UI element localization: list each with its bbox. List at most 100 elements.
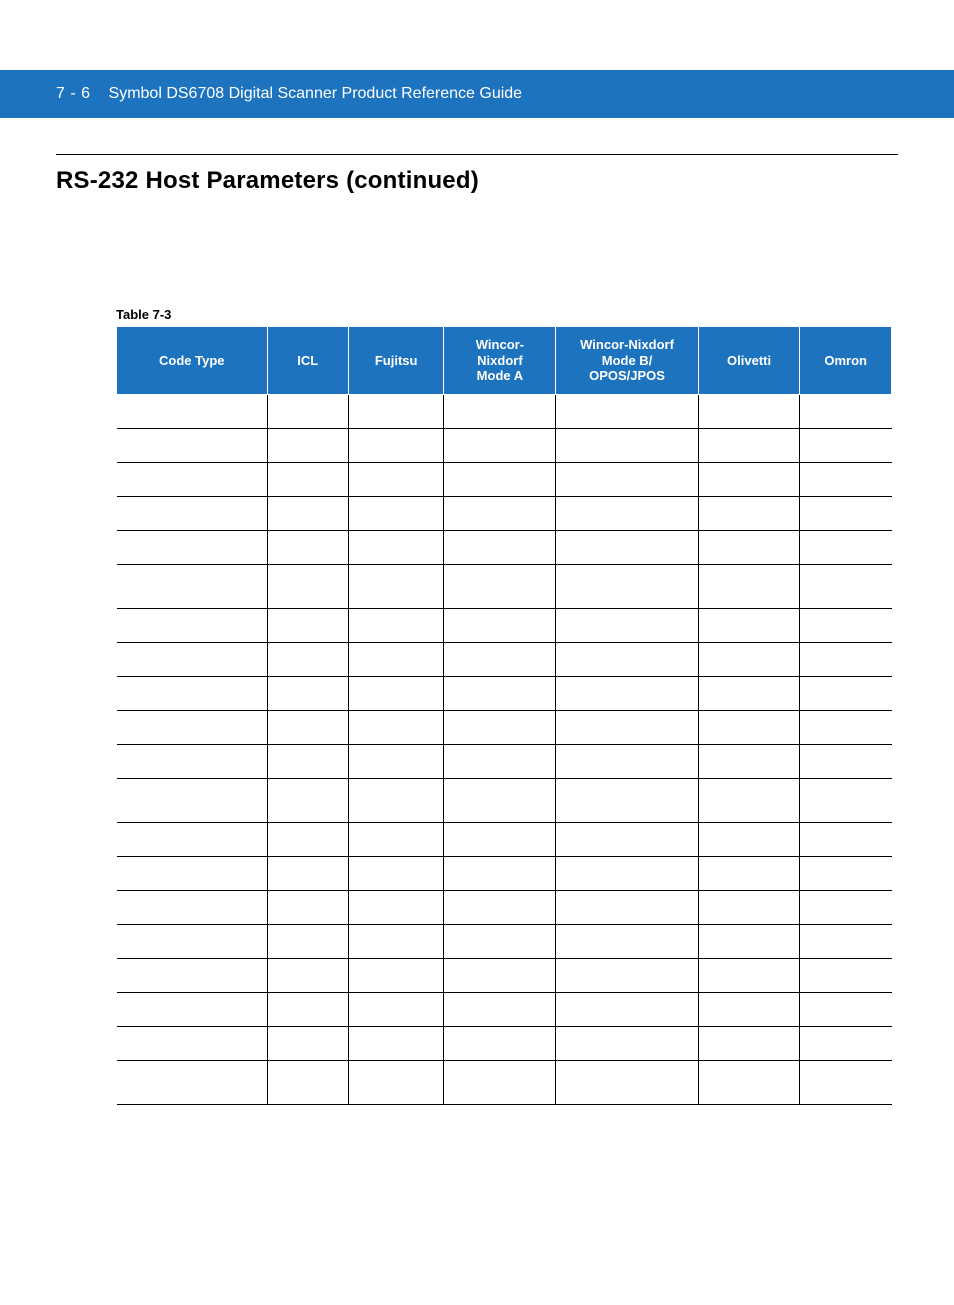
cell [698, 958, 800, 992]
cell [348, 710, 444, 744]
table-row [117, 890, 892, 924]
cell [267, 608, 348, 642]
cell [267, 676, 348, 710]
cell [800, 924, 892, 958]
cell [800, 992, 892, 1026]
cell [444, 924, 556, 958]
cell [117, 608, 268, 642]
cell [556, 564, 698, 608]
cell [267, 1026, 348, 1060]
cell [444, 608, 556, 642]
col-header-1: ICL [267, 327, 348, 395]
cell [348, 778, 444, 822]
table-row [117, 428, 892, 462]
cell [800, 564, 892, 608]
cell [117, 992, 268, 1026]
cell [800, 822, 892, 856]
cell [348, 822, 444, 856]
section-title: RS-232 Host Parameters (continued) [56, 167, 898, 195]
cell [348, 530, 444, 564]
cell [267, 744, 348, 778]
cell [444, 958, 556, 992]
col-header-3: Wincor-NixdorfMode A [444, 327, 556, 395]
cell [800, 710, 892, 744]
cell [556, 428, 698, 462]
cell [698, 530, 800, 564]
cell [117, 890, 268, 924]
table-row [117, 394, 892, 428]
table-row [117, 676, 892, 710]
cell [556, 394, 698, 428]
cell [556, 496, 698, 530]
cell [698, 778, 800, 822]
cell [698, 394, 800, 428]
cell [698, 1060, 800, 1104]
cell [117, 496, 268, 530]
cell [348, 676, 444, 710]
cell [800, 642, 892, 676]
cell [800, 462, 892, 496]
cell [800, 958, 892, 992]
cell [348, 564, 444, 608]
cell [698, 496, 800, 530]
cell [117, 1060, 268, 1104]
table-row [117, 924, 892, 958]
cell [698, 462, 800, 496]
cell [556, 958, 698, 992]
cell [444, 496, 556, 530]
cell [267, 856, 348, 890]
cell [348, 924, 444, 958]
cell [800, 744, 892, 778]
cell [267, 530, 348, 564]
cell [117, 924, 268, 958]
cell [698, 992, 800, 1026]
cell [800, 856, 892, 890]
cell [698, 744, 800, 778]
cell [444, 428, 556, 462]
cell [267, 496, 348, 530]
col-header-5: Olivetti [698, 327, 800, 395]
cell [348, 958, 444, 992]
cell [556, 924, 698, 958]
cell [117, 958, 268, 992]
cell [556, 462, 698, 496]
cell [117, 428, 268, 462]
cell [444, 642, 556, 676]
doc-title: Symbol DS6708 Digital Scanner Product Re… [109, 85, 523, 103]
cell [267, 564, 348, 608]
cell [698, 608, 800, 642]
cell [348, 394, 444, 428]
cell [698, 564, 800, 608]
cell [800, 496, 892, 530]
cell [117, 564, 268, 608]
col-header-6: Omron [800, 327, 892, 395]
page-number: 7 - 6 [56, 85, 91, 103]
cell [698, 428, 800, 462]
table-row [117, 1060, 892, 1104]
cell [444, 564, 556, 608]
cell [117, 1026, 268, 1060]
cell [267, 924, 348, 958]
cell [267, 958, 348, 992]
cell [556, 676, 698, 710]
cell [348, 608, 444, 642]
cell [444, 462, 556, 496]
cell [800, 394, 892, 428]
cell [698, 676, 800, 710]
table-body [117, 394, 892, 1104]
cell [117, 462, 268, 496]
cell [117, 778, 268, 822]
cell [348, 496, 444, 530]
cell [267, 394, 348, 428]
cell [698, 924, 800, 958]
cell [117, 676, 268, 710]
cell [556, 890, 698, 924]
page-header: 7 - 6 Symbol DS6708 Digital Scanner Prod… [0, 70, 954, 118]
col-header-4: Wincor-NixdorfMode B/OPOS/JPOS [556, 327, 698, 395]
cell [267, 462, 348, 496]
cell [698, 1026, 800, 1060]
cell [348, 1026, 444, 1060]
cell [267, 890, 348, 924]
cell [698, 710, 800, 744]
table-row [117, 462, 892, 496]
